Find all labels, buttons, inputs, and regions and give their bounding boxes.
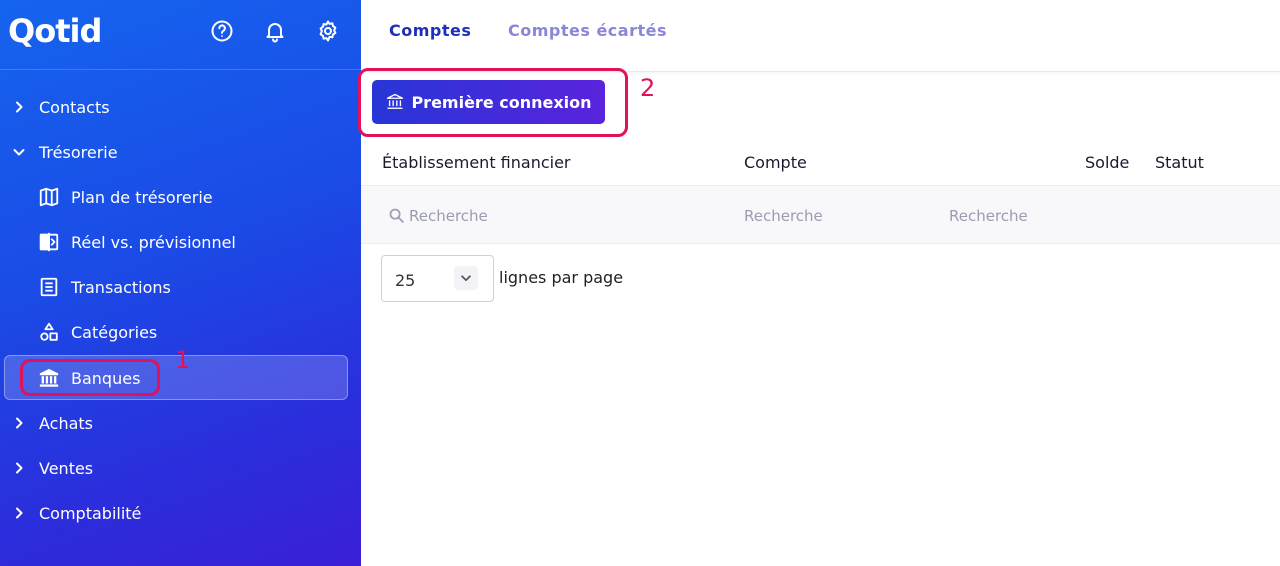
bank-icon: [385, 92, 405, 112]
column-header-solde[interactable]: Solde: [1085, 153, 1129, 172]
compare-icon: [38, 231, 60, 253]
chevron-down-icon: [11, 144, 27, 160]
sidebar-item-contacts[interactable]: Contacts: [0, 87, 361, 127]
shapes-icon: [38, 321, 60, 343]
bell-icon[interactable]: [263, 19, 287, 43]
column-header-statut[interactable]: Statut: [1155, 153, 1204, 172]
rows-per-page-label: lignes par page: [499, 268, 624, 287]
sidebar-item-comptabilite[interactable]: Comptabilité: [0, 493, 361, 533]
tab-comptes[interactable]: Comptes: [389, 21, 471, 40]
sidebar-item-achats[interactable]: Achats: [0, 403, 361, 443]
column-header-compte[interactable]: Compte: [744, 153, 807, 172]
first-connection-label: Première connexion: [411, 92, 592, 112]
callout-box-1: [20, 359, 160, 396]
sidebar-item-label: Ventes: [39, 458, 94, 478]
map-icon: [38, 186, 60, 208]
sidebar: Qotid Contacts Trésorerie Plan de trésor…: [0, 0, 361, 566]
sidebar-item-plan-de-tresorerie[interactable]: Plan de trésorerie: [0, 177, 361, 217]
callout-number-1: 1: [175, 346, 191, 374]
chevron-right-icon: [11, 505, 27, 521]
list-icon: [38, 276, 60, 298]
rows-per-page-select[interactable]: 25: [381, 255, 494, 302]
sidebar-item-label: Transactions: [71, 277, 171, 297]
filter-row: [361, 185, 1280, 244]
sidebar-item-label: Catégories: [71, 322, 158, 342]
sidebar-header: Qotid: [0, 0, 361, 70]
sidebar-item-ventes[interactable]: Ventes: [0, 448, 361, 488]
sidebar-item-label: Comptabilité: [39, 503, 142, 523]
search-input-compte[interactable]: [744, 205, 934, 227]
tab-comptes-ecartes[interactable]: Comptes écartés: [508, 21, 667, 40]
gear-icon[interactable]: [316, 19, 340, 43]
search-input-solde[interactable]: [949, 205, 1079, 227]
chevron-down-icon: [454, 266, 478, 290]
sidebar-item-label: Réel vs. prévisionnel: [71, 232, 236, 252]
tab-bar: Comptes Comptes écartés: [361, 0, 1280, 72]
chevron-right-icon: [11, 415, 27, 431]
sidebar-item-tresorerie[interactable]: Trésorerie: [0, 132, 361, 172]
search-input-etablissement[interactable]: [409, 205, 709, 227]
main-content: Comptes Comptes écartés 2 Première conne…: [358, 0, 1280, 566]
sidebar-item-label: Trésorerie: [39, 142, 118, 162]
callout-number-2: 2: [640, 74, 656, 102]
sidebar-item-label: Contacts: [39, 97, 110, 117]
sidebar-item-reel-vs-previsionnel[interactable]: Réel vs. prévisionnel: [0, 222, 361, 262]
chevron-right-icon: [11, 460, 27, 476]
chevron-right-icon: [11, 99, 27, 115]
sidebar-item-label: Achats: [39, 413, 94, 433]
help-icon[interactable]: [210, 19, 234, 43]
logo[interactable]: Qotid: [8, 12, 102, 50]
sidebar-item-transactions[interactable]: Transactions: [0, 267, 361, 307]
sidebar-item-label: Plan de trésorerie: [71, 187, 213, 207]
search-icon: [388, 207, 405, 224]
rows-per-page-value: 25: [395, 271, 416, 290]
first-connection-button[interactable]: Première connexion: [372, 80, 605, 124]
column-header-etablissement[interactable]: Établissement financier: [382, 153, 571, 172]
